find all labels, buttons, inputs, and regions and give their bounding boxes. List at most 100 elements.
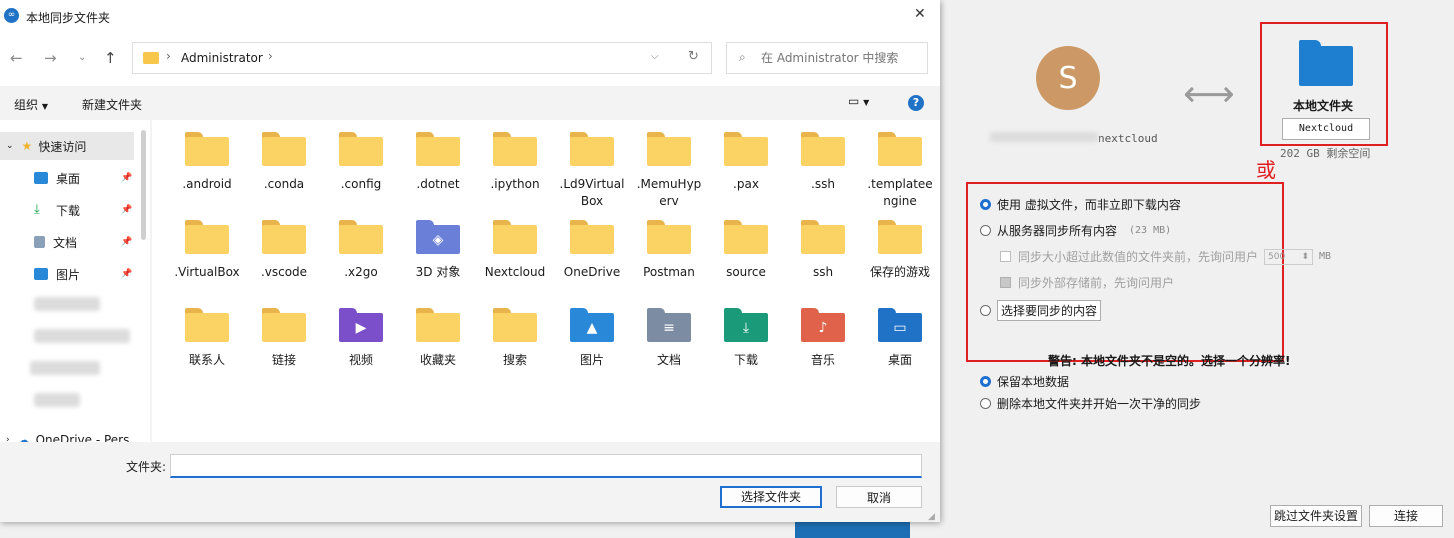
chevron-down-icon[interactable]: ⌄ [6, 141, 14, 151]
file-item[interactable]: .templateengine [865, 132, 935, 210]
breadcrumb-chevron-icon[interactable]: › [268, 49, 273, 63]
file-item[interactable]: .pax [711, 132, 781, 193]
file-item[interactable]: OneDrive [557, 220, 627, 281]
file-item-label: Nextcloud [484, 265, 546, 279]
file-item[interactable]: .dotnet [403, 132, 473, 193]
file-item[interactable]: .vscode [249, 220, 319, 281]
option-virtual-files[interactable]: 使用 虚拟文件，而非立即下载内容 [980, 196, 1181, 213]
nav-desktop[interactable]: 桌面 📌 [0, 164, 150, 192]
skip-folder-config-button[interactable]: 跳过文件夹设置 [1270, 505, 1362, 527]
option-choose-content[interactable]: 选择要同步的内容 [980, 300, 1102, 321]
cloud-icon: ☁ [17, 433, 30, 442]
search-input[interactable] [759, 50, 923, 66]
file-item[interactable]: ◈ 3D 对象 [403, 220, 473, 281]
file-item[interactable]: ▶ 视频 [326, 308, 396, 369]
file-item[interactable]: ≡ 文档 [634, 308, 704, 369]
file-item-label: .x2go [344, 265, 378, 279]
file-item[interactable]: .VirtualBox [172, 220, 242, 281]
nav-pictures[interactable]: 图片 📌 [0, 260, 150, 288]
nav-blurred-item[interactable] [0, 290, 150, 318]
file-item[interactable]: 搜索 [480, 308, 550, 369]
file-item[interactable]: 链接 [249, 308, 319, 369]
file-item-label: .MemuHyperv [636, 177, 702, 208]
up-arrow-icon[interactable]: ↑ [104, 49, 117, 67]
radio-keep-local[interactable] [980, 376, 991, 387]
3d-objects-icon: ◈ [416, 220, 460, 254]
file-item[interactable]: Nextcloud [480, 220, 550, 281]
option-ask-size[interactable]: 同步大小超过此数值的文件夹前，先询问用户 500 ⬍ MB [1000, 248, 1331, 265]
option-erase-local[interactable]: 删除本地文件夹并开始一次干净的同步 [980, 395, 1201, 412]
file-item[interactable]: 保存的游戏 [865, 220, 935, 281]
file-item[interactable]: 联系人 [172, 308, 242, 369]
folder-icon [262, 308, 306, 342]
search-box[interactable]: ⌕ [726, 42, 928, 74]
nav-onedrive[interactable]: › ☁ OneDrive - Pers [0, 426, 134, 442]
dialog-title: 本地同步文件夹 [26, 11, 111, 25]
connect-button[interactable]: 连接 [1369, 505, 1443, 527]
nav-documents[interactable]: 文档 📌 [0, 228, 150, 256]
new-folder-button[interactable]: 新建文件夹 [82, 96, 142, 113]
organize-menu[interactable]: 组织 ▼ [14, 96, 48, 113]
file-item[interactable]: .config [326, 132, 396, 193]
file-item-label: .config [340, 177, 382, 191]
option-sync-all[interactable]: 从服务器同步所有内容 (23 MB) [980, 222, 1171, 239]
file-item[interactable]: source [711, 220, 781, 281]
pin-icon: 📌 [121, 237, 133, 247]
annotation-or: 或 [1256, 158, 1276, 182]
choose-content-button[interactable]: 选择要同步的内容 [997, 300, 1102, 321]
view-options-icon[interactable]: ▭ ▼ [848, 94, 869, 108]
file-item[interactable]: .ipython [480, 132, 550, 193]
help-icon[interactable]: ? [908, 95, 924, 111]
radio-erase-local[interactable] [980, 398, 991, 409]
file-item[interactable]: .MemuHyperv [634, 132, 704, 210]
address-dropdown-chevron-icon[interactable]: ⌵ [651, 51, 659, 62]
breadcrumb-chevron-icon[interactable]: › [166, 49, 171, 63]
file-item[interactable]: Postman [634, 220, 704, 281]
select-folder-button[interactable]: 选择文件夹 [720, 486, 822, 508]
nav-downloads[interactable]: ⤓ 下载 📌 [0, 196, 150, 224]
local-folder-button[interactable]: Nextcloud [1282, 118, 1370, 140]
nav-blurred-item[interactable] [0, 322, 150, 350]
chevron-right-icon[interactable]: › [6, 435, 10, 442]
radio-virtual-files[interactable] [980, 199, 991, 210]
back-arrow-icon[interactable]: ← [10, 49, 23, 67]
size-limit-spinbox[interactable]: 500 ⬍ [1264, 248, 1314, 265]
forward-arrow-icon[interactable]: → [44, 49, 57, 67]
close-icon[interactable]: ✕ [914, 6, 926, 22]
dialog-titlebar[interactable]: ∞ 本地同步文件夹 ✕ [0, 0, 940, 32]
radio-sync-all[interactable] [980, 225, 991, 236]
cancel-button[interactable]: 取消 [836, 486, 922, 508]
documents-icon [34, 236, 45, 248]
folder-name-input[interactable] [170, 454, 922, 478]
resize-grip-icon[interactable]: ◢ [928, 512, 935, 522]
folder-icon [724, 132, 768, 166]
checkbox-ask-size[interactable] [1000, 251, 1011, 262]
file-item[interactable]: 收藏夹 [403, 308, 473, 369]
option-ask-external[interactable]: 同步外部存储前，先询问用户 [1000, 274, 1174, 291]
refresh-icon[interactable]: ↻ [688, 49, 699, 64]
file-item[interactable]: ▭ 桌面 [865, 308, 935, 369]
file-item[interactable]: .conda [249, 132, 319, 193]
desktop-icon [34, 172, 48, 184]
breadcrumb-administrator[interactable]: Administrator [181, 51, 263, 65]
nav-blurred-item[interactable] [0, 354, 150, 382]
file-item[interactable]: ssh [788, 220, 858, 281]
nav-blurred-item[interactable] [0, 386, 150, 414]
folder-icon [570, 132, 614, 166]
folder-icon [339, 132, 383, 166]
recent-locations-chevron-icon[interactable]: ⌄ [78, 52, 86, 63]
file-item[interactable]: .android [172, 132, 242, 193]
warning-text: 警告: 本地文件夹不是空的。选择一个分辨率! [1048, 354, 1291, 368]
address-bar[interactable]: › Administrator › ⌵ ↻ [132, 42, 712, 74]
file-item[interactable]: .Ld9VirtualBox [557, 132, 627, 210]
file-item[interactable]: ⤓ 下载 [711, 308, 781, 369]
file-item[interactable]: ▲ 图片 [557, 308, 627, 369]
option-keep-local[interactable]: 保留本地数据 [980, 373, 1069, 390]
nav-quick-access[interactable]: ⌄ ★ 快速访问 [0, 132, 134, 160]
nav-scrollbar[interactable] [141, 130, 146, 240]
file-item[interactable]: .ssh [788, 132, 858, 193]
file-item[interactable]: ♪ 音乐 [788, 308, 858, 369]
radio-choose-content[interactable] [980, 305, 991, 316]
file-item[interactable]: .x2go [326, 220, 396, 281]
checkbox-ask-external[interactable] [1000, 277, 1011, 288]
